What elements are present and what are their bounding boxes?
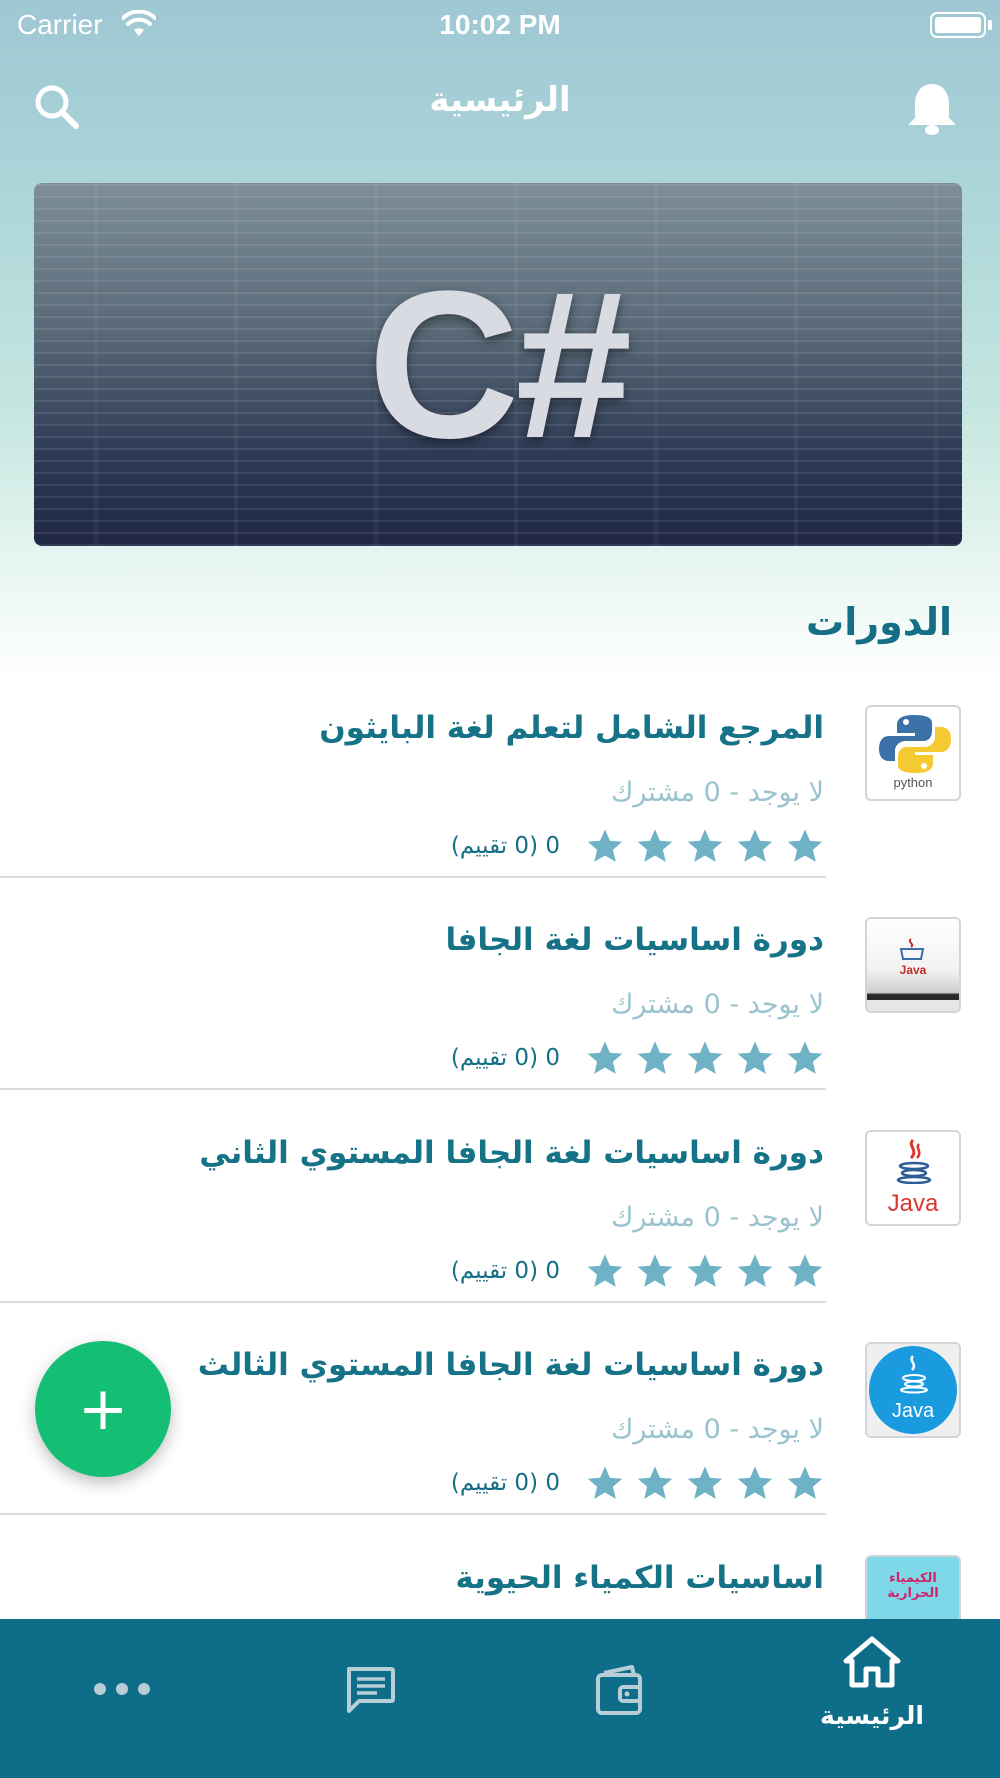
course-title: دورة اساسيات لغة الجافا المستوي الثالث [197, 1347, 824, 1383]
star-icon [687, 829, 723, 862]
divider [0, 876, 826, 878]
wallet-icon [596, 1665, 642, 1715]
star-icon [637, 1041, 673, 1074]
star-icon [737, 1041, 773, 1074]
star-icon [737, 829, 773, 862]
course-rating: 0 (0 تقييم) [451, 1037, 824, 1079]
tab-wallet[interactable] [594, 1619, 654, 1778]
page-title: الرئيسية [429, 80, 571, 120]
course-thumbnail-java-book: Java [865, 917, 961, 1013]
star-icon [637, 1466, 673, 1499]
java-cup-icon [896, 1138, 932, 1184]
star-icon [687, 1466, 723, 1499]
rating-count: 0 (0 تقييم) [450, 1045, 560, 1071]
course-subscribers: لا يوجد - 0 مشترك [611, 1202, 824, 1233]
course-subscribers: لا يوجد - 0 مشترك [611, 989, 824, 1020]
courses-section-title: الدورات [806, 600, 952, 644]
rating-stars [586, 1464, 824, 1502]
course-thumbnail-java: Java [865, 1130, 961, 1226]
rating-count: 0 (0 تقييم) [450, 1258, 560, 1284]
tab-messages[interactable] [343, 1619, 403, 1778]
thumbnail-label: الكيمياء الحرارية [887, 1571, 939, 1601]
course-item[interactable]: Java دورة اساسيات لغة الجافا المستوي الث… [0, 1130, 1000, 1342]
java-cup-icon [899, 938, 925, 960]
rating-stars [586, 827, 824, 865]
rating-count: 0 (0 تقييم) [450, 1470, 560, 1496]
course-title: المرجع الشامل لتعلم لغة البايثون [319, 710, 824, 746]
course-subscribers: لا يوجد - 0 مشترك [611, 777, 824, 808]
rating-count: 0 (0 تقييم) [450, 833, 560, 859]
bell-icon [908, 84, 956, 135]
notifications-button[interactable] [902, 80, 962, 138]
star-icon [637, 1254, 673, 1287]
course-item[interactable]: الكيمياء الحرارية اساسيات الكمياء الحيوي… [0, 1555, 1000, 1619]
status-time: 10:02 PM [439, 9, 561, 40]
star-icon [787, 829, 823, 862]
banner-title: C# [367, 246, 632, 482]
battery-icon [930, 12, 986, 38]
star-icon [687, 1254, 723, 1287]
course-rating: 0 (0 تقييم) [451, 1250, 824, 1292]
java-cup-icon [900, 1355, 928, 1394]
tab-home[interactable]: الرئيسية [812, 1619, 932, 1778]
plus-icon: + [77, 1374, 129, 1444]
course-title: دورة اساسيات لغة الجافا المستوي الثاني [199, 1135, 824, 1171]
course-item[interactable]: Java دورة اساسيات لغة الجافا لا يوجد - 0… [0, 917, 1000, 1129]
course-title: دورة اساسيات لغة الجافا [445, 922, 824, 958]
status-bar: Carrier 10:02 PM [0, 0, 1000, 50]
divider [0, 1088, 826, 1090]
more-icon [94, 1683, 150, 1695]
star-icon [737, 1254, 773, 1287]
course-rating: 0 (0 تقييم) [451, 1462, 824, 1504]
course-title: اساسيات الكمياء الحيوية [455, 1560, 824, 1596]
battery-tip [988, 20, 992, 30]
rating-stars [586, 1252, 824, 1290]
python-logo-icon [879, 715, 951, 773]
bottom-tab-bar: الرئيسية [0, 1619, 1000, 1778]
star-icon [587, 829, 623, 862]
star-icon [587, 1041, 623, 1074]
star-icon [587, 1466, 623, 1499]
divider [0, 1513, 826, 1515]
star-icon [587, 1254, 623, 1287]
course-thumbnail-chemistry: الكيمياء الحرارية [865, 1555, 961, 1619]
star-icon [687, 1041, 723, 1074]
featured-banner[interactable]: C# [34, 183, 962, 546]
thumbnail-label: Java [891, 1400, 935, 1422]
chat-icon [347, 1667, 395, 1713]
thumbnail-label: python [893, 775, 933, 790]
course-thumbnail-python: python [865, 705, 961, 801]
tab-label: الرئيسية [820, 1701, 924, 1730]
add-course-button[interactable]: + [35, 1341, 171, 1477]
rating-stars [586, 1039, 824, 1077]
thumbnail-label: Java [899, 963, 927, 977]
star-icon [787, 1254, 823, 1287]
star-icon [637, 829, 673, 862]
course-rating: 0 (0 تقييم) [451, 825, 824, 867]
star-icon [737, 1466, 773, 1499]
divider [0, 1301, 826, 1303]
course-item[interactable]: python المرجع الشامل لتعلم لغة البايثون … [0, 705, 1000, 917]
course-thumbnail-java-blue: Java [865, 1342, 961, 1438]
home-icon [843, 1636, 901, 1688]
thumbnail-label: Java [887, 1190, 939, 1217]
star-icon [787, 1041, 823, 1074]
star-icon [787, 1466, 823, 1499]
course-subscribers: لا يوجد - 0 مشترك [611, 1414, 824, 1445]
tab-more[interactable] [92, 1619, 152, 1778]
